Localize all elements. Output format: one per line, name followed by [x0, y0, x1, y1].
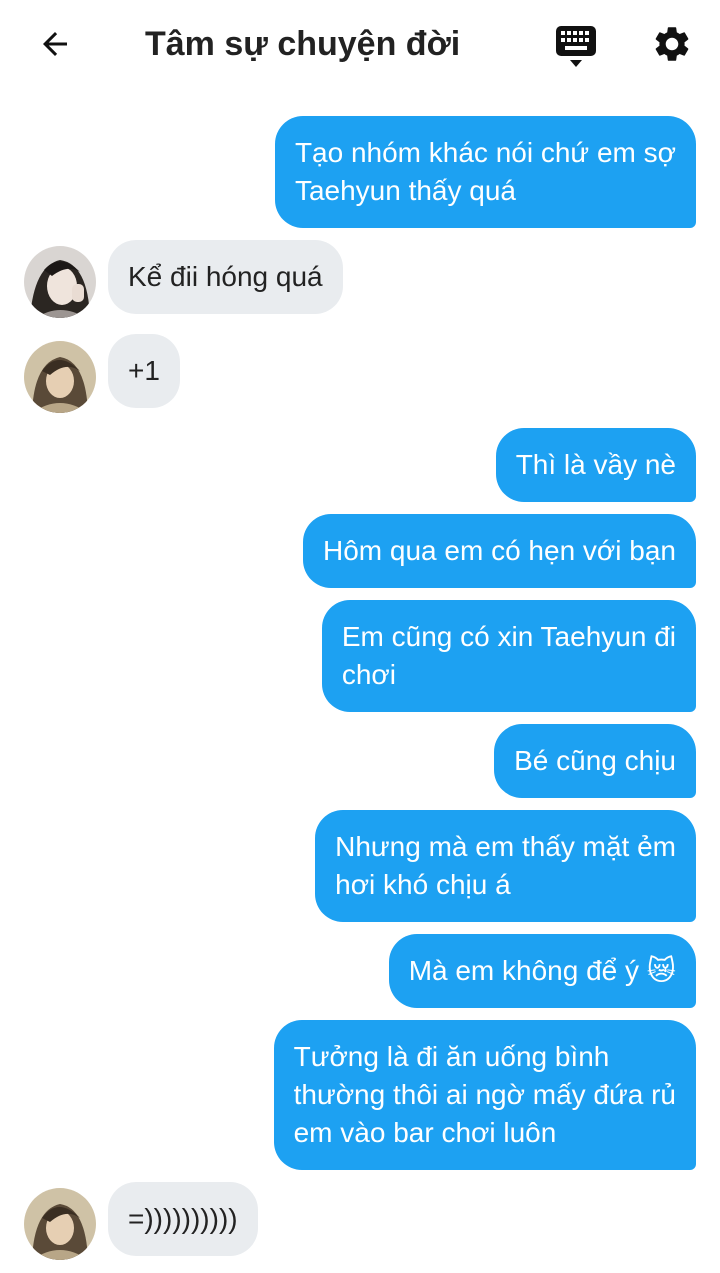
outgoing-message[interactable]: Nhưng mà em thấy mặt ẻm hơi khó chịu á: [315, 810, 696, 922]
avatar-photo: [24, 1188, 96, 1260]
incoming-message[interactable]: Kể đii hóng quá: [108, 240, 343, 314]
avatar-photo: [24, 246, 96, 318]
settings-button[interactable]: [648, 20, 696, 68]
avatar-photo: [24, 341, 96, 413]
outgoing-message[interactable]: Mà em không để ý 😿: [388, 934, 696, 1008]
outgoing-message[interactable]: Tạo nhóm khác nói chứ em sợ Taehyun thấy…: [274, 116, 696, 228]
chat-header: Tâm sự chuyện đời: [0, 0, 720, 88]
arrow-left-icon: [43, 32, 67, 56]
outgoing-message[interactable]: Hôm qua em có hẹn với bạn: [303, 514, 696, 588]
incoming-message[interactable]: =)))))))))): [108, 1182, 258, 1256]
outgoing-message[interactable]: Bé cũng chịu: [494, 724, 696, 798]
outgoing-message[interactable]: Em cũng có xin Taehyun đi chơi: [321, 600, 696, 712]
avatar[interactable]: [24, 1188, 96, 1260]
avatar[interactable]: [24, 246, 96, 318]
outgoing-message[interactable]: Thì là vầy nè: [495, 428, 696, 502]
keyboard-icon: [556, 26, 596, 67]
back-button[interactable]: [30, 22, 80, 66]
incoming-message[interactable]: +1: [108, 334, 180, 408]
outgoing-message[interactable]: Tưởng là đi ăn uống bình thường thôi ai …: [273, 1020, 696, 1170]
avatar[interactable]: [24, 341, 96, 413]
gear-icon: [655, 27, 689, 61]
keyboard-button[interactable]: [552, 22, 600, 70]
chat-title: Tâm sự chuyện đời: [145, 25, 461, 63]
